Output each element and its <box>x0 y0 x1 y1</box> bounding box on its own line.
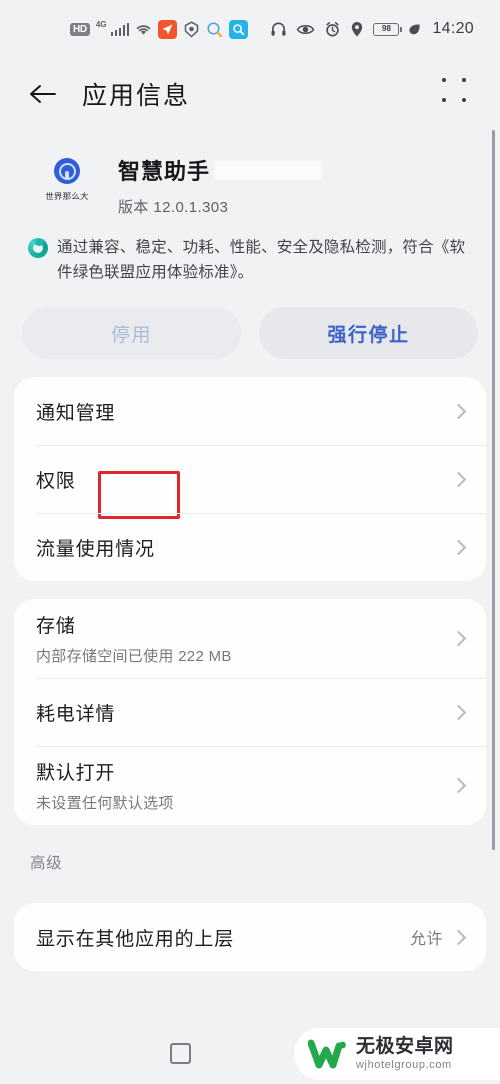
force-stop-button[interactable]: 强行停止 <box>259 307 478 360</box>
status-bar-right-icons: 98 14:20 <box>270 20 474 38</box>
page-title: 应用信息 <box>82 82 191 110</box>
status-bar: HD 4G 98 14:20 <box>0 0 500 58</box>
table-row[interactable]: 流量使用情况 <box>14 513 486 581</box>
row-title: 存储 <box>36 616 76 638</box>
location-icon <box>350 21 364 38</box>
row-texts: 流量使用情况 <box>36 522 453 573</box>
app-version-label: 版本 <box>118 199 149 216</box>
row-subtitle: 未设置任何默认选项 <box>36 795 174 813</box>
settings-card-storage: 存储 内部存储空间已使用 222 MB 耗电详情 默认打开 未设置任何默认选项 <box>14 599 486 826</box>
app-logo-icon <box>54 158 80 184</box>
table-row[interactable]: 权限 <box>14 445 486 513</box>
battery-icon: 98 <box>373 22 403 36</box>
watermark-logo-icon <box>307 1038 348 1070</box>
row-subtitle: 内部存储空间已使用 222 MB <box>36 648 232 666</box>
back-arrow-icon[interactable] <box>26 77 60 111</box>
chevron-right-icon <box>450 630 467 647</box>
scrollbar-thumb[interactable] <box>492 130 495 850</box>
app-name: 智慧助手 <box>118 159 211 184</box>
eye-comfort-icon <box>296 22 315 37</box>
hd-badge-icon: HD <box>70 22 90 36</box>
table-row[interactable]: 通知管理 <box>14 377 486 445</box>
chevron-right-icon <box>450 704 467 720</box>
certification-notice: 通过兼容、稳定、功耗、性能、安全及隐私检测，符合《软件绿色联盟应用体验标准》。 <box>0 221 500 285</box>
navigation-app-icon <box>158 19 178 39</box>
app-meta: 智慧助手 版本 12.0.1.303 <box>104 152 323 217</box>
row-value: 允许 <box>409 931 443 949</box>
chevron-right-icon <box>450 777 467 794</box>
disable-button[interactable]: 停用 <box>22 307 241 360</box>
watermark-title: 无极安卓网 <box>356 1036 454 1058</box>
chevron-right-icon <box>450 929 467 945</box>
green-alliance-badge-icon <box>28 238 48 258</box>
signal-bars-icon <box>110 22 130 36</box>
app-icon-caption: 世界那么大 <box>45 191 89 201</box>
navigation-bar: 无极安卓网 wjhotelgroup.com <box>0 1022 500 1084</box>
grid-menu-icon[interactable] <box>442 78 474 110</box>
settings-card-general: 通知管理 权限 流量使用情况 <box>14 377 486 582</box>
app-identity-block: 世界那么大 智慧助手 版本 12.0.1.303 <box>0 130 500 221</box>
app-bar: 应用信息 <box>0 58 500 130</box>
row-title: 耗电详情 <box>36 703 116 725</box>
row-title: 显示在其他应用的上层 <box>36 928 235 950</box>
row-title: 通知管理 <box>36 402 116 424</box>
wifi-icon <box>135 22 152 36</box>
network-4g-icon: 4G <box>95 19 107 29</box>
settings-card-advanced: 显示在其他应用的上层 允许 <box>14 903 486 972</box>
site-watermark: 无极安卓网 wjhotelgroup.com <box>294 1028 500 1080</box>
search-app-icon <box>229 19 249 39</box>
row-texts: 权限 <box>36 454 453 505</box>
action-buttons: 停用 强行停止 <box>0 285 500 360</box>
row-title: 默认打开 <box>36 763 116 785</box>
row-texts: 通知管理 <box>36 386 453 437</box>
scroll-content[interactable]: 世界那么大 智慧助手 版本 12.0.1.303 通过兼容、稳定、功耗、性能、安… <box>0 130 500 1022</box>
row-title: 权限 <box>36 470 76 492</box>
shield-app-icon <box>183 20 200 38</box>
status-bar-left-icons: HD 4G <box>70 19 249 39</box>
table-row[interactable]: 耗电详情 <box>14 678 486 746</box>
square-recents-icon[interactable] <box>170 1042 191 1064</box>
battery-level-text: 98 <box>382 24 391 33</box>
alarm-icon <box>324 21 341 38</box>
headphones-icon <box>270 21 287 38</box>
row-texts: 默认打开 未设置任何默认选项 <box>36 746 453 825</box>
app-name-redaction <box>214 160 323 180</box>
row-texts: 显示在其他应用的上层 <box>36 912 410 963</box>
row-texts: 耗电详情 <box>36 687 453 738</box>
table-row[interactable]: 存储 内部存储空间已使用 222 MB <box>14 599 486 678</box>
watermark-url: wjhotelgroup.com <box>356 1058 452 1071</box>
app-name-row: 智慧助手 <box>118 154 323 186</box>
watermark-text: 无极安卓网 wjhotelgroup.com <box>356 1037 454 1071</box>
app-version-value: 12.0.1.303 <box>153 199 229 216</box>
app-icon-wrapper: 世界那么大 <box>30 152 104 202</box>
app-version: 版本 12.0.1.303 <box>118 196 322 217</box>
certification-text: 通过兼容、稳定、功耗、性能、安全及隐私检测，符合《软件绿色联盟应用体验标准》。 <box>57 239 466 282</box>
chevron-right-icon <box>450 403 467 419</box>
chevron-right-icon <box>450 471 467 487</box>
table-row[interactable]: 显示在其他应用的上层 允许 <box>14 903 486 971</box>
chevron-right-icon <box>450 539 467 555</box>
search-bubble-icon <box>206 21 223 38</box>
status-bar-clock: 14:20 <box>432 20 474 37</box>
section-header-advanced: 高级 <box>30 855 63 873</box>
phone-screen: HD 4G 98 14:20 应用信息 世界那么大 智慧助手 版本 12.0.1… <box>0 0 500 1084</box>
row-title: 流量使用情况 <box>36 538 155 560</box>
table-row[interactable]: 默认打开 未设置任何默认选项 <box>14 746 486 825</box>
power-saving-icon <box>408 23 421 36</box>
row-texts: 存储 内部存储空间已使用 222 MB <box>36 599 453 678</box>
